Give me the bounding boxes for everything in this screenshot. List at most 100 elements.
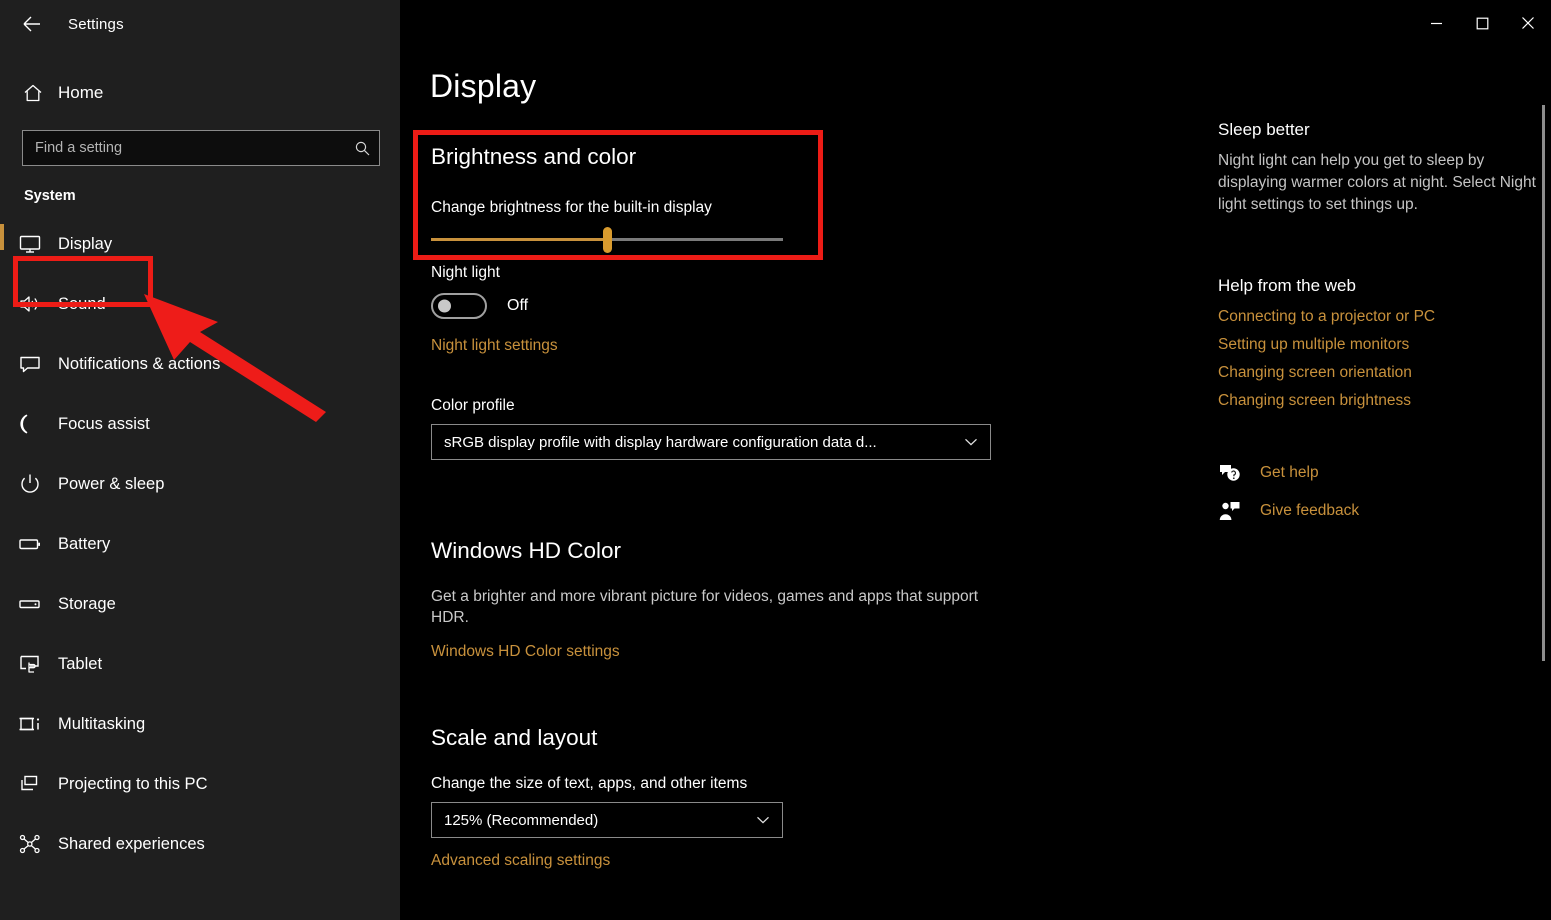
- brightness-slider[interactable]: [431, 223, 783, 255]
- share-icon: [18, 832, 58, 856]
- battery-icon: [18, 532, 58, 556]
- sidebar-item-storage[interactable]: Storage: [0, 574, 400, 634]
- monitor-icon: [18, 232, 58, 256]
- get-help-row[interactable]: Get help: [1218, 462, 1538, 484]
- night-light-settings-link[interactable]: Night light settings: [431, 337, 558, 355]
- color-profile-value: sRGB display profile with display hardwa…: [444, 434, 962, 451]
- sidebar-item-multitasking[interactable]: Multitasking: [0, 694, 400, 754]
- get-help-label: Get help: [1260, 464, 1319, 482]
- back-arrow-icon[interactable]: [8, 4, 56, 44]
- scale-label: Change the size of text, apps, and other…: [431, 775, 791, 793]
- help-link[interactable]: Changing screen orientation: [1218, 364, 1538, 382]
- multitasking-icon: [18, 712, 58, 736]
- help-links: Connecting to a projector or PC Setting …: [1218, 308, 1538, 410]
- color-profile-select[interactable]: sRGB display profile with display hardwa…: [431, 424, 991, 460]
- brightness-slider-label: Change brightness for the built-in displ…: [431, 199, 783, 217]
- night-light-label: Night light: [431, 264, 558, 282]
- night-light-toggle-row: Off: [431, 293, 558, 319]
- sidebar-item-shared-experiences[interactable]: Shared experiences: [0, 814, 400, 874]
- advanced-scaling-link[interactable]: Advanced scaling settings: [431, 852, 610, 870]
- search-icon[interactable]: [354, 140, 371, 157]
- slider-thumb[interactable]: [603, 227, 612, 253]
- brightness-heading: Brightness and color: [431, 144, 636, 170]
- titlebar-left: Settings: [0, 0, 400, 48]
- sleep-better-heading: Sleep better: [1218, 120, 1538, 140]
- window-controls: [1413, 0, 1551, 46]
- sidebar-item-label: Focus assist: [58, 415, 150, 434]
- sidebar-item-focus-assist[interactable]: Focus assist: [0, 394, 400, 454]
- sidebar-item-sound[interactable]: Sound: [0, 274, 400, 334]
- sidebar: Settings Home System: [0, 0, 400, 920]
- scale-heading: Scale and layout: [431, 725, 791, 751]
- sidebar-item-label: Multitasking: [58, 715, 145, 734]
- tablet-icon: [18, 652, 58, 676]
- active-accent-bar: [0, 224, 4, 250]
- sidebar-item-label: Display: [58, 235, 112, 254]
- brightness-slider-wrap: Change brightness for the built-in displ…: [431, 199, 783, 255]
- main-content: Display Brightness and color Change brig…: [400, 0, 1551, 920]
- sidebar-item-label: Sound: [58, 295, 106, 314]
- right-rail: Sleep better Night light can help you ge…: [1218, 120, 1538, 538]
- brightness-heading-wrap: Brightness and color: [431, 144, 636, 170]
- sidebar-item-tablet[interactable]: Tablet: [0, 634, 400, 694]
- help-from-web-heading: Help from the web: [1218, 276, 1538, 296]
- give-feedback-label: Give feedback: [1260, 502, 1359, 520]
- app-title: Settings: [68, 16, 124, 33]
- sidebar-item-battery[interactable]: Battery: [0, 514, 400, 574]
- sidebar-item-label: Shared experiences: [58, 835, 205, 854]
- scale-select[interactable]: 125% (Recommended): [431, 802, 783, 838]
- hd-color-wrap: Windows HD Color Get a brighter and more…: [431, 538, 1011, 661]
- night-light-wrap: Night light Off Night light settings: [431, 264, 558, 355]
- sidebar-item-home[interactable]: Home: [0, 70, 400, 116]
- night-light-toggle[interactable]: [431, 293, 487, 319]
- chevron-down-icon[interactable]: [962, 433, 980, 451]
- moon-icon: [18, 412, 58, 436]
- vertical-scrollbar[interactable]: [1542, 105, 1545, 661]
- search-box[interactable]: [22, 130, 380, 166]
- minimize-button[interactable]: [1413, 0, 1459, 46]
- power-icon: [18, 472, 58, 496]
- sidebar-item-power-sleep[interactable]: Power & sleep: [0, 454, 400, 514]
- question-chat-icon: [1218, 462, 1252, 484]
- give-feedback-row[interactable]: Give feedback: [1218, 500, 1538, 522]
- hd-color-description: Get a brighter and more vibrant picture …: [431, 586, 997, 629]
- slider-fill: [431, 238, 607, 241]
- sidebar-group-label: System: [24, 188, 400, 204]
- projecting-icon: [18, 772, 58, 796]
- sidebar-item-label: Storage: [58, 595, 116, 614]
- sidebar-item-label: Notifications & actions: [58, 355, 220, 374]
- color-profile-wrap: Color profile sRGB display profile with …: [431, 397, 991, 460]
- sidebar-item-label: Tablet: [58, 655, 102, 674]
- sidebar-nav: Display Sound Notifica: [0, 214, 400, 874]
- home-icon: [22, 82, 56, 104]
- sleep-better-body: Night light can help you get to sleep by…: [1218, 150, 1538, 216]
- sidebar-item-label: Power & sleep: [58, 475, 164, 494]
- sidebar-item-notifications[interactable]: Notifications & actions: [0, 334, 400, 394]
- night-light-state: Off: [507, 297, 528, 315]
- help-link[interactable]: Setting up multiple monitors: [1218, 336, 1538, 354]
- hd-color-heading: Windows HD Color: [431, 538, 1011, 564]
- settings-window: Settings Home System: [0, 0, 1551, 920]
- speaker-icon: [18, 292, 58, 316]
- toggle-knob: [438, 300, 451, 313]
- sidebar-item-label: Home: [58, 83, 103, 103]
- feedback-person-icon: [1218, 500, 1252, 522]
- maximize-button[interactable]: [1459, 0, 1505, 46]
- color-profile-label: Color profile: [431, 397, 991, 415]
- sidebar-item-projecting[interactable]: Projecting to this PC: [0, 754, 400, 814]
- hd-color-settings-link[interactable]: Windows HD Color settings: [431, 643, 620, 661]
- close-button[interactable]: [1505, 0, 1551, 46]
- sidebar-item-display[interactable]: Display: [0, 214, 400, 274]
- scale-value: 125% (Recommended): [444, 812, 754, 829]
- chevron-down-icon[interactable]: [754, 811, 772, 829]
- search-input[interactable]: [35, 140, 354, 156]
- sidebar-item-label: Projecting to this PC: [58, 775, 207, 794]
- page-title: Display: [430, 68, 536, 105]
- storage-icon: [18, 592, 58, 616]
- notification-icon: [18, 352, 58, 376]
- support-actions: Get help Give feedback: [1218, 462, 1538, 522]
- scale-layout-wrap: Scale and layout Change the size of text…: [431, 725, 791, 870]
- help-link[interactable]: Connecting to a projector or PC: [1218, 308, 1538, 326]
- help-link[interactable]: Changing screen brightness: [1218, 392, 1538, 410]
- sidebar-item-label: Battery: [58, 535, 110, 554]
